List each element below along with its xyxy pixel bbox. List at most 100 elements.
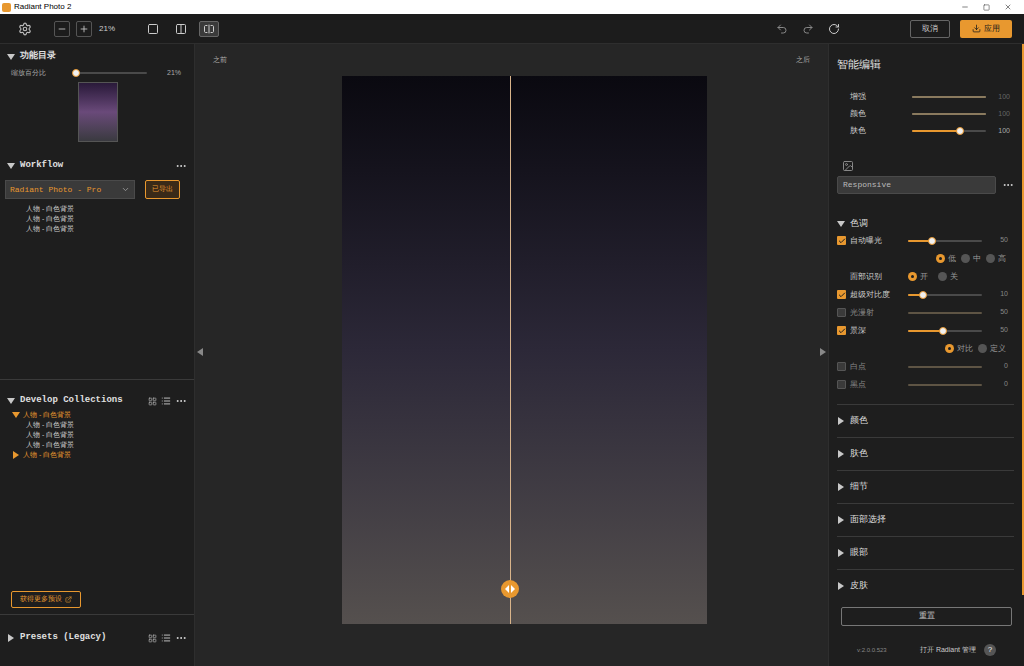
collapsed-triangle-icon[interactable] bbox=[7, 634, 15, 642]
checkbox[interactable] bbox=[837, 326, 846, 335]
slider-knob[interactable] bbox=[928, 237, 936, 245]
slider[interactable] bbox=[908, 308, 982, 318]
slider[interactable] bbox=[908, 362, 982, 372]
more-icon[interactable] bbox=[175, 395, 187, 407]
slider[interactable] bbox=[73, 68, 147, 78]
minimize-icon[interactable] bbox=[961, 3, 969, 11]
more-icon[interactable] bbox=[175, 160, 187, 172]
section-header[interactable]: 细节 bbox=[837, 471, 1014, 503]
more-presets-button[interactable]: 获得更多预设 bbox=[11, 591, 81, 608]
list-view-icon[interactable] bbox=[161, 633, 171, 643]
slider[interactable] bbox=[908, 290, 982, 300]
checkbox[interactable] bbox=[837, 380, 846, 389]
radio-option[interactable]: 开 bbox=[908, 271, 928, 283]
checkbox[interactable] bbox=[837, 236, 846, 245]
radio-option[interactable]: 对比 bbox=[945, 343, 973, 355]
view-mode-button[interactable] bbox=[143, 21, 163, 37]
apply-button[interactable]: 应用 bbox=[960, 20, 1012, 38]
collapsed-triangle-icon[interactable] bbox=[837, 450, 845, 458]
collapsed-triangle-icon[interactable] bbox=[837, 582, 845, 590]
workflow-item[interactable]: 人物 - 白色背景 bbox=[26, 224, 194, 234]
slider[interactable] bbox=[912, 126, 986, 136]
thumbnail[interactable] bbox=[78, 82, 118, 142]
zoom-out-button[interactable] bbox=[54, 21, 70, 37]
reset-button[interactable]: 重置 bbox=[841, 607, 1012, 626]
zoom-in-button[interactable] bbox=[76, 21, 92, 37]
radio-option[interactable]: 低 bbox=[936, 253, 956, 265]
window-title: Radiant Photo 2 bbox=[14, 2, 71, 12]
section-header[interactable]: 皮肤 bbox=[837, 570, 1014, 596]
checkbox[interactable] bbox=[837, 362, 846, 371]
list-view-icon[interactable] bbox=[161, 396, 171, 406]
section-header[interactable]: 肤色 bbox=[837, 438, 1014, 470]
radio-option[interactable]: 关 bbox=[938, 271, 958, 283]
panel-header[interactable]: Develop Collections bbox=[0, 394, 194, 408]
redo-icon[interactable] bbox=[802, 23, 814, 35]
slider[interactable] bbox=[908, 236, 982, 246]
preset-dropdown[interactable]: Responsive bbox=[837, 176, 996, 194]
before-label: 之前 bbox=[213, 55, 227, 76]
slider[interactable] bbox=[908, 326, 982, 336]
split-handle[interactable] bbox=[501, 580, 519, 598]
section-header[interactable]: 颜色 bbox=[837, 405, 1014, 437]
collapsed-triangle-icon[interactable] bbox=[837, 549, 845, 557]
workflow-button[interactable]: 已导出 bbox=[145, 180, 180, 199]
expanded-triangle-icon[interactable] bbox=[7, 162, 15, 170]
expanded-triangle-icon[interactable] bbox=[12, 411, 20, 419]
collapsed-triangle-icon[interactable] bbox=[837, 417, 845, 425]
expanded-triangle-icon[interactable] bbox=[7, 53, 15, 61]
view-mode-button[interactable] bbox=[199, 21, 219, 37]
tone-slider-row: 黑点0 bbox=[837, 376, 1014, 394]
cancel-button[interactable]: 取消 bbox=[910, 20, 950, 38]
collection-item[interactable]: 人物 - 白色背景 bbox=[12, 420, 194, 430]
collection-item[interactable]: 人物 - 白色背景 bbox=[12, 440, 194, 450]
photo[interactable] bbox=[342, 76, 707, 624]
collapse-right-icon[interactable] bbox=[820, 348, 826, 356]
collection-item[interactable]: 人物 - 白色背景 bbox=[12, 430, 194, 440]
radio-option[interactable]: 中 bbox=[961, 253, 981, 265]
radio-option[interactable]: 定义 bbox=[978, 343, 1006, 355]
radio-option[interactable]: 高 bbox=[986, 253, 1006, 265]
panel-header[interactable]: Presets (Legacy) bbox=[0, 631, 194, 645]
section-header[interactable]: 色调 bbox=[837, 208, 1014, 240]
expanded-triangle-icon[interactable] bbox=[7, 397, 15, 405]
slider-knob[interactable] bbox=[956, 127, 964, 135]
collapsed-triangle-icon[interactable] bbox=[837, 516, 845, 524]
collapse-left-icon[interactable] bbox=[197, 348, 203, 356]
slider-knob[interactable] bbox=[939, 327, 947, 335]
checkbox[interactable] bbox=[837, 290, 846, 299]
checkbox[interactable] bbox=[837, 308, 846, 317]
expanded-triangle-icon[interactable] bbox=[837, 220, 845, 228]
help-button[interactable]: ? bbox=[984, 644, 996, 656]
slider[interactable] bbox=[912, 92, 986, 102]
manage-link[interactable]: 打开 Radiant 管理 bbox=[920, 645, 976, 656]
grid-view-icon[interactable] bbox=[148, 634, 157, 643]
split-line[interactable] bbox=[510, 76, 511, 624]
image-icon[interactable] bbox=[842, 160, 854, 172]
slider[interactable] bbox=[908, 380, 982, 390]
reset-icon[interactable] bbox=[828, 23, 840, 35]
more-icon[interactable] bbox=[175, 632, 187, 644]
section-header[interactable]: 眼部 bbox=[837, 537, 1014, 569]
panel-header[interactable]: 功能目录 bbox=[0, 50, 194, 64]
section-header[interactable]: 面部选择 bbox=[837, 504, 1014, 536]
workflow-item[interactable]: 人物 - 白色背景 bbox=[26, 204, 194, 214]
workflow-item[interactable]: 人物 - 白色背景 bbox=[26, 214, 194, 224]
smart-slider-row: 增强100 bbox=[837, 89, 1014, 106]
collapsed-triangle-icon[interactable] bbox=[837, 483, 845, 491]
undo-icon[interactable] bbox=[776, 23, 788, 35]
maximize-icon[interactable] bbox=[983, 4, 990, 11]
workflow-dropdown[interactable]: Radiant Photo - Pro bbox=[5, 180, 135, 199]
close-icon[interactable] bbox=[1004, 3, 1012, 11]
slider-knob[interactable] bbox=[72, 69, 80, 77]
slider[interactable] bbox=[912, 109, 986, 119]
grid-view-icon[interactable] bbox=[148, 397, 157, 406]
collection-group-label[interactable]: 人物 - 白色背景 bbox=[12, 410, 194, 420]
collapsed-triangle-icon[interactable] bbox=[12, 451, 20, 459]
collection-group-label[interactable]: 人物 - 白色背景 bbox=[12, 450, 194, 460]
view-mode-button[interactable] bbox=[171, 21, 191, 37]
slider-knob[interactable] bbox=[919, 291, 927, 299]
settings-icon[interactable] bbox=[18, 22, 32, 36]
more-icon[interactable] bbox=[1002, 179, 1014, 191]
panel-header[interactable]: Workflow bbox=[0, 159, 194, 173]
